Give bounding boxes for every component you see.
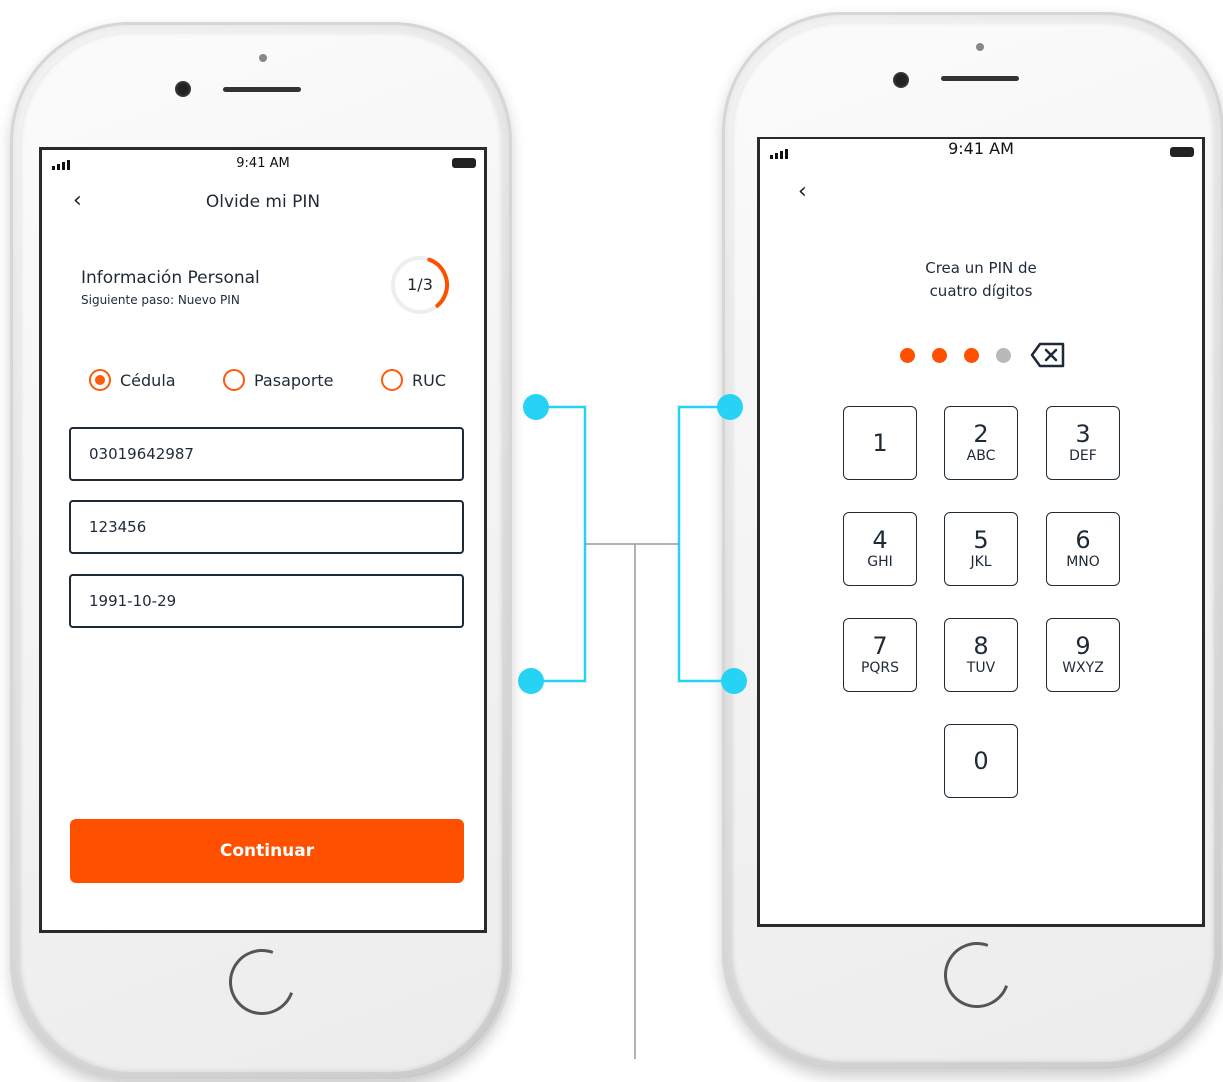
id-number-field[interactable]: 03019642987 xyxy=(69,427,464,481)
key-number: 3 xyxy=(1075,420,1091,448)
connector-node xyxy=(721,668,747,694)
connector-node xyxy=(717,394,743,420)
key-4[interactable]: 4 GHI xyxy=(843,512,917,586)
key-number: 0 xyxy=(973,747,989,775)
key-letters: DEF xyxy=(1069,448,1097,464)
section-subtitle: Siguiente paso: Nuevo PIN xyxy=(81,293,240,307)
key-number: 8 xyxy=(973,632,989,660)
battery-icon xyxy=(452,158,476,168)
front-sensor-icon xyxy=(976,43,984,51)
radio-selected-icon xyxy=(89,369,111,391)
right-phone-frame: 9:41 AM ‹ Crea un PIN de cuatro dígitos … xyxy=(722,12,1223,1072)
pin-dot xyxy=(900,348,915,363)
key-1[interactable]: 1 xyxy=(843,406,917,480)
key-number: 7 xyxy=(872,632,888,660)
left-phone-screen: 9:41 AM ‹ Olvide mi PIN Información Pers… xyxy=(39,147,487,933)
pin-dot xyxy=(932,348,947,363)
status-bar: 9:41 AM xyxy=(760,139,1202,165)
back-chevron-icon[interactable]: ‹ xyxy=(798,179,807,204)
key-7[interactable]: 7 PQRS xyxy=(843,618,917,692)
backspace-icon[interactable] xyxy=(1030,342,1066,368)
section-title: Información Personal xyxy=(81,268,260,288)
radio-label: Pasaporte xyxy=(254,370,334,390)
front-sensor-icon xyxy=(259,54,267,62)
key-2[interactable]: 2 ABC xyxy=(944,406,1018,480)
key-3[interactable]: 3 DEF xyxy=(1046,406,1120,480)
key-number: 1 xyxy=(872,429,888,457)
key-0[interactable]: 0 xyxy=(944,724,1018,798)
continue-button[interactable]: Continuar xyxy=(70,819,464,883)
radio-label: Cédula xyxy=(120,370,176,390)
key-letters: JKL xyxy=(970,554,992,570)
pin-prompt: Crea un PIN de cuatro dígitos xyxy=(760,257,1202,303)
key-number: 4 xyxy=(872,526,888,554)
pin-dot xyxy=(964,348,979,363)
earpiece-speaker-icon xyxy=(223,87,301,92)
right-phone-screen: 9:41 AM ‹ Crea un PIN de cuatro dígitos … xyxy=(757,137,1205,927)
left-phone-frame: 9:41 AM ‹ Olvide mi PIN Información Pers… xyxy=(10,22,512,1082)
status-time: 9:41 AM xyxy=(236,156,290,171)
connector-node xyxy=(518,668,544,694)
step-progress-ring: 1/3 xyxy=(389,254,451,316)
key-number: 6 xyxy=(1075,526,1091,554)
battery-icon xyxy=(1170,147,1194,157)
pin-dot xyxy=(996,348,1011,363)
key-letters: WXYZ xyxy=(1062,660,1104,676)
pin-prompt-line1: Crea un PIN de xyxy=(925,259,1037,277)
key-number: 2 xyxy=(973,420,989,448)
front-camera-icon xyxy=(893,72,909,88)
key-letters: MNO xyxy=(1066,554,1100,570)
radio-cedula[interactable]: Cédula xyxy=(89,369,176,391)
status-time: 9:41 AM xyxy=(948,139,1014,158)
key-letters: ABC xyxy=(966,448,996,464)
radio-empty-icon xyxy=(223,369,245,391)
radio-ruc[interactable]: RUC xyxy=(381,369,446,391)
connector-node xyxy=(523,394,549,420)
key-letters: GHI xyxy=(867,554,893,570)
radio-label: RUC xyxy=(412,370,446,390)
key-number: 5 xyxy=(973,526,989,554)
status-bar: 9:41 AM xyxy=(42,150,484,176)
earpiece-speaker-icon xyxy=(941,76,1019,81)
birth-date-field[interactable]: 1991-10-29 xyxy=(69,574,464,628)
code-field[interactable]: 123456 xyxy=(69,500,464,554)
key-letters: TUV xyxy=(966,660,996,676)
key-letters: PQRS xyxy=(860,660,900,676)
pin-prompt-line2: cuatro dígitos xyxy=(929,282,1033,300)
key-9[interactable]: 9 WXYZ xyxy=(1046,618,1120,692)
radio-empty-icon xyxy=(381,369,403,391)
radio-pasaporte[interactable]: Pasaporte xyxy=(223,369,334,391)
key-number: 9 xyxy=(1075,632,1091,660)
key-5[interactable]: 5 JKL xyxy=(944,512,1018,586)
key-6[interactable]: 6 MNO xyxy=(1046,512,1120,586)
front-camera-icon xyxy=(175,81,191,97)
page-title: Olvide mi PIN xyxy=(205,192,321,212)
key-8[interactable]: 8 TUV xyxy=(944,618,1018,692)
progress-label: 1/3 xyxy=(407,275,433,294)
connector-lines xyxy=(531,405,734,1059)
